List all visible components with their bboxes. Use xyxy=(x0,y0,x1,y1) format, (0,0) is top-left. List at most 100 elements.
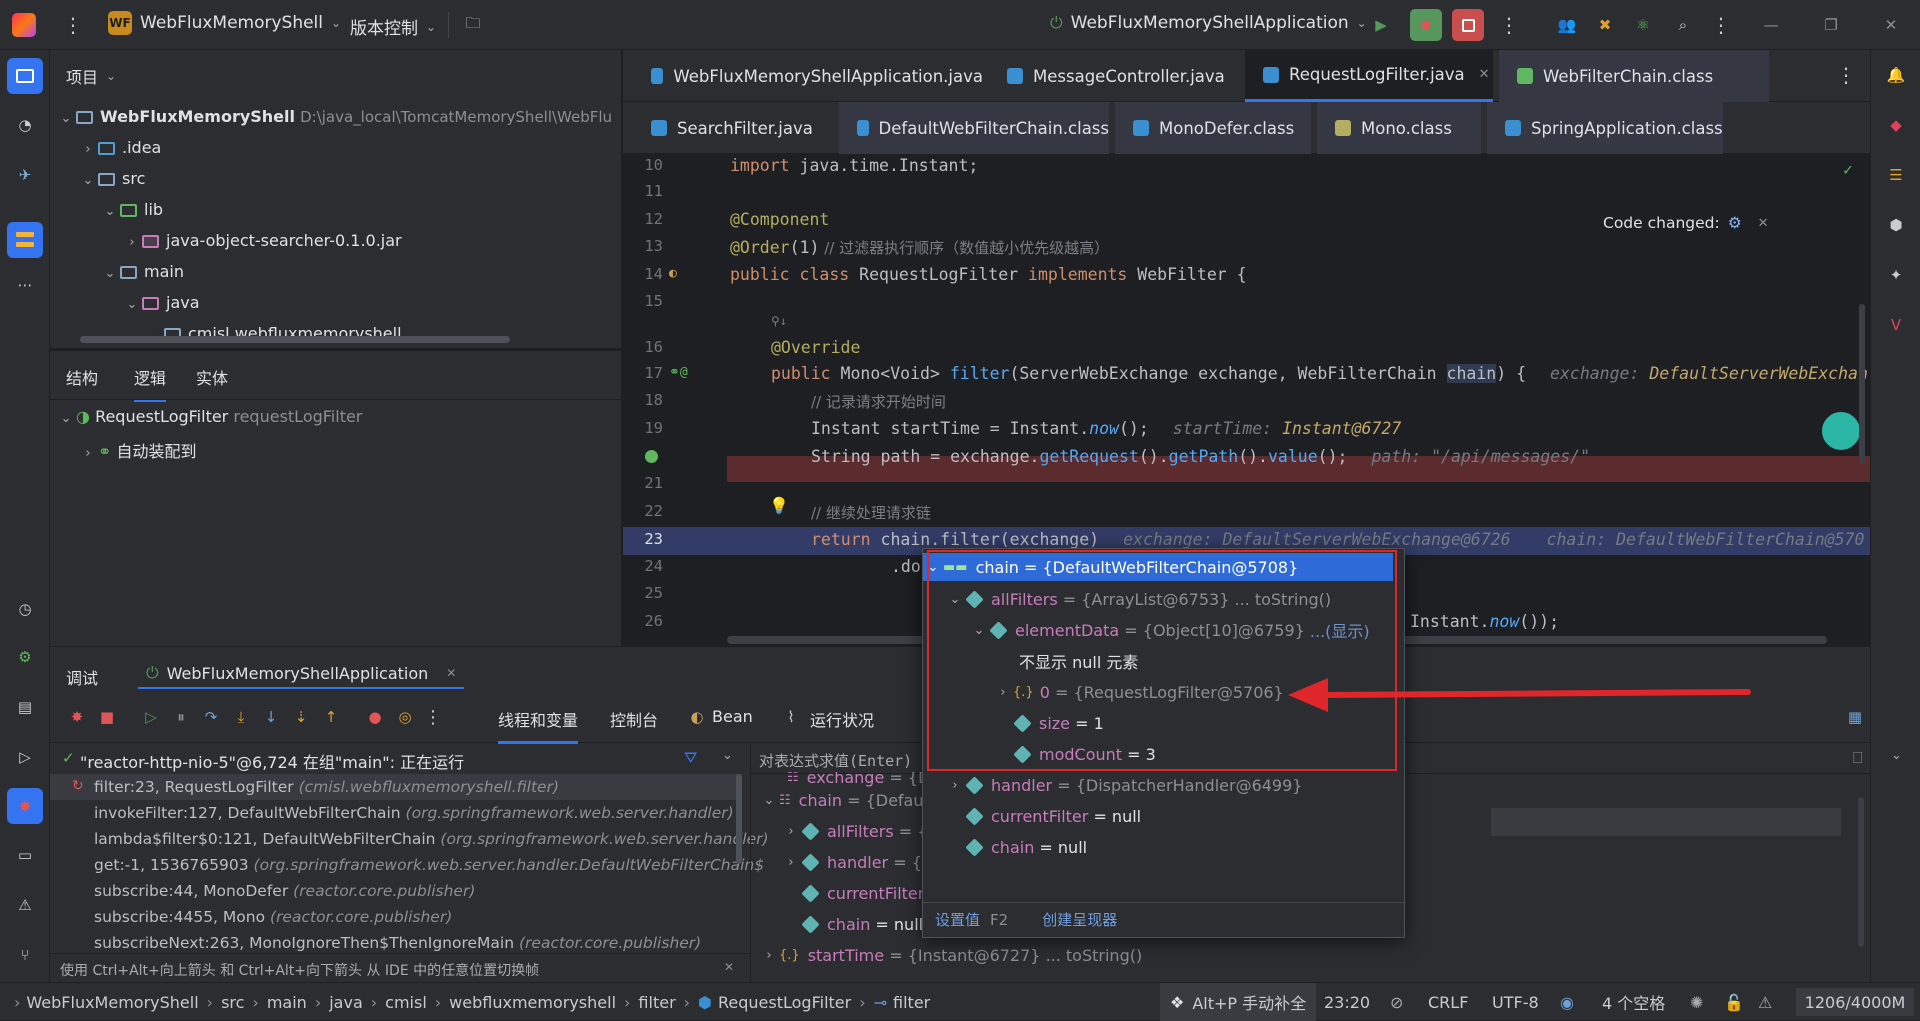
problems-icon[interactable]: ⚠ xyxy=(14,894,36,916)
smart-step-into-icon[interactable]: ⇣ xyxy=(290,706,312,728)
vcs-menu[interactable]: 版本控制 ⌄ xyxy=(350,14,436,39)
close-banner-icon[interactable]: ✕ xyxy=(1758,216,1769,231)
more-tools-icon[interactable]: ⋯ xyxy=(14,274,36,296)
frames-scrollbar[interactable] xyxy=(736,774,742,864)
database-tool-icon[interactable]: ☰ xyxy=(1885,164,1907,186)
run-config-selector[interactable]: ⏻ WebFluxMemoryShellApplication ⌄ xyxy=(1050,13,1367,33)
notifications-icon[interactable]: 🔔 xyxy=(1885,64,1907,86)
tab-bean[interactable]: Bean xyxy=(712,707,753,726)
tree-item-autowire[interactable]: › ⚭ 自动装配到 xyxy=(78,438,196,462)
tree-item-src[interactable]: ⌄ src xyxy=(78,169,146,188)
frame-row[interactable]: get:-1, 1536765903 (org.springframework.… xyxy=(94,856,764,874)
build-tools-icon[interactable]: ✖ xyxy=(1594,14,1616,36)
folder-icon[interactable]: 🗀 xyxy=(462,14,484,36)
popup-row[interactable]: currentFilter = null xyxy=(965,801,1446,831)
tree-item-java[interactable]: ⌄ java xyxy=(122,293,200,312)
tab-request-log-filter[interactable]: RequestLogFilter.java ✕ xyxy=(1245,50,1493,102)
no-problems-check-icon[interactable]: ✓ xyxy=(1843,160,1853,179)
project-panel-header[interactable]: 项目 ⌄ xyxy=(66,64,116,88)
tree-item-idea[interactable]: › .idea xyxy=(78,138,161,157)
tree-item-class[interactable]: ⌄ ◑ RequestLogFilter requestLogFilter xyxy=(56,407,363,426)
breadcrumb-item[interactable]: filter xyxy=(893,993,930,1012)
layout-icon[interactable]: ▦ xyxy=(1844,706,1866,728)
frame-row[interactable]: subscribe:44, MonoDefer (reactor.core.pu… xyxy=(94,882,475,900)
frame-row[interactable]: invokeFilter:127, DefaultWebFilterChain … xyxy=(94,804,734,822)
horizontal-scrollbar[interactable] xyxy=(80,336,510,343)
git-icon[interactable]: ⑂ xyxy=(14,944,36,966)
frame-row[interactable]: subscribeNext:263, MonoIgnoreThen$ThenIg… xyxy=(94,934,701,952)
minimize-icon[interactable]: — xyxy=(1760,14,1782,36)
chevron-down-icon[interactable]: ⌄ xyxy=(1891,748,1902,763)
debug-tool-button[interactable]: ✸ xyxy=(7,788,43,824)
mute-breakpoints-icon[interactable]: ◎ xyxy=(394,706,416,728)
tab-message-controller[interactable]: MessageController.java xyxy=(989,50,1239,102)
memory-indicator[interactable]: 1206/4000M xyxy=(1796,988,1914,1016)
close-tab-icon[interactable]: ✕ xyxy=(1479,67,1490,82)
debug-session-tab[interactable]: ⏻ WebFluxMemoryShellApplication ✕ xyxy=(138,659,465,689)
main-menu-icon[interactable]: ⋮ xyxy=(62,13,84,37)
more-debug-actions-icon[interactable]: ⋮ xyxy=(422,706,444,728)
structure-tool-button[interactable] xyxy=(7,222,43,258)
ai-assistant-icon[interactable]: ⚛ xyxy=(1632,14,1654,36)
breakpoint-check-icon[interactable] xyxy=(645,450,658,463)
inlay-hint-icon[interactable]: ⚲↓ xyxy=(771,314,787,328)
close-session-icon[interactable]: ✕ xyxy=(446,666,456,680)
lightbulb-icon[interactable]: 💡 xyxy=(769,496,789,515)
popup-row[interactable]: chain = null xyxy=(965,832,1446,862)
vertical-scrollbar[interactable] xyxy=(1859,304,1865,464)
pause-icon[interactable]: ⏸ xyxy=(170,706,192,728)
tab-console[interactable]: 控制台 xyxy=(610,707,658,731)
tab-mono[interactable]: Mono.class xyxy=(1317,102,1481,154)
variables-scrollbar[interactable] xyxy=(1858,797,1864,947)
breadcrumb-item[interactable]: java xyxy=(329,993,363,1012)
spring-icon[interactable]: ⚙ xyxy=(14,646,36,668)
plugin-tool-icon[interactable]: ✈ xyxy=(14,164,36,186)
tab-search-filter[interactable]: SearchFilter.java xyxy=(633,102,833,154)
step-into-icon[interactable]: ↓ xyxy=(260,706,282,728)
ai-icon[interactable]: ✺ xyxy=(1690,983,1703,1021)
resume-icon[interactable]: ▷ xyxy=(140,706,162,728)
bookmark-icon[interactable]: ⎕ xyxy=(1853,748,1863,768)
filter-icon[interactable]: ⛛ xyxy=(684,748,697,768)
tab-health[interactable]: 运行状况 xyxy=(810,707,874,731)
stop-button[interactable] xyxy=(1452,9,1484,41)
tab-options-icon[interactable]: ⋮ xyxy=(1835,63,1857,87)
frame-row[interactable]: filter:23, RequestLogFilter (cmisl.webfl… xyxy=(94,778,559,796)
tab-mono-defer[interactable]: MonoDefer.class xyxy=(1115,102,1311,154)
set-value-link[interactable]: 设置值 xyxy=(935,909,980,930)
services-icon[interactable]: ◷ xyxy=(14,598,36,620)
tab-default-web-filter-chain[interactable]: DefaultWebFilterChain.class xyxy=(839,102,1109,154)
bean-gutter-icon[interactable]: ◐ xyxy=(669,266,677,281)
jpa-buddy-icon[interactable]: ◆ xyxy=(1885,114,1907,136)
tab-spring-application[interactable]: SpringApplication.class xyxy=(1487,102,1723,154)
force-step-into-icon[interactable]: ⤓ xyxy=(230,706,252,728)
rerun-debug-icon[interactable]: ✸ xyxy=(66,706,88,728)
run-icon[interactable]: ▶ xyxy=(1370,14,1392,36)
tab-webfilterchain[interactable]: WebFilterChain.class xyxy=(1499,50,1769,102)
tab-threads-variables[interactable]: 线程和变量 xyxy=(498,707,579,744)
ai-mascot-icon[interactable] xyxy=(1819,409,1863,453)
frame-row[interactable]: lambda$filter$0:121, DefaultWebFilterCha… xyxy=(94,830,769,848)
tab-webflux-application[interactable]: WebFluxMemoryShellApplication.java xyxy=(633,50,983,102)
breadcrumb-item[interactable]: cmisl xyxy=(385,993,427,1012)
step-over-icon[interactable]: ↷ xyxy=(200,706,222,728)
tab-logic[interactable]: 逻辑 xyxy=(134,365,167,402)
tree-item-root[interactable]: ⌄ WebFluxMemoryShell D:\java_local\Tomcat… xyxy=(56,107,613,126)
tab-structure[interactable]: 结构 xyxy=(66,365,98,389)
plugin-widget[interactable]: ❖ Alt+P 手动补全 xyxy=(1160,983,1317,1021)
debug-button[interactable]: ✸ xyxy=(1410,9,1442,41)
popup-row[interactable]: › handler = {DispatcherHandler@6499} xyxy=(945,770,1426,800)
no-sync-icon[interactable]: ⊘ xyxy=(1390,983,1403,1021)
tree-item-lib[interactable]: ⌄ lib xyxy=(100,200,164,219)
inspection-icon[interactable]: ⚠ xyxy=(1758,983,1772,1021)
tree-item-main[interactable]: ⌄ main xyxy=(100,262,184,281)
hot-swap-icon[interactable]: ⚙ xyxy=(1728,214,1742,232)
breadcrumb-item[interactable]: src xyxy=(221,993,244,1012)
view-breakpoints-icon[interactable]: ● xyxy=(364,706,386,728)
code-with-me-icon[interactable]: 👥 xyxy=(1556,14,1578,36)
breadcrumb-item[interactable]: main xyxy=(267,993,307,1012)
override-gutter-icon[interactable]: ⚭@ xyxy=(669,365,688,380)
step-out-icon[interactable]: ↑ xyxy=(320,706,342,728)
search-icon[interactable]: ⌕ xyxy=(1672,14,1694,36)
file-encoding[interactable]: UTF-8 xyxy=(1492,983,1539,1021)
